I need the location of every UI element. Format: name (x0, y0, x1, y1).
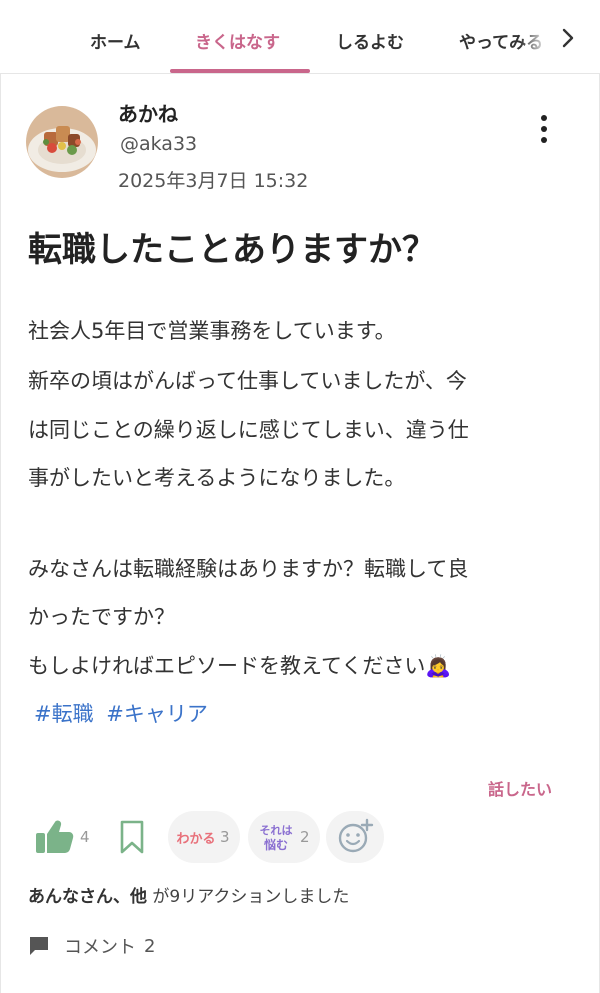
hashtag-link[interactable]: #転職 (34, 702, 94, 726)
post-body-line: かったですか？ (28, 605, 175, 629)
bookmark-icon (120, 820, 144, 854)
wakaru-reaction-button[interactable]: わかる 3 (168, 811, 240, 863)
wakaru-count: 3 (220, 828, 230, 846)
post-body-line-last: もしよければエピソードを教えてください🙇‍♀️ (28, 650, 451, 680)
nayamu-label-line2: 悩む (263, 837, 288, 852)
post-body-line: 新卒の頃はがんばって仕事していましたが、今 (28, 369, 467, 393)
nayamu-badge-icon: それは 悩む (260, 824, 293, 852)
post-timestamp: 2025年3月7日 15:32 (118, 170, 309, 192)
tab-home[interactable]: ホーム (90, 28, 141, 53)
more-options-icon[interactable] (532, 112, 556, 146)
top-tab-bar: ホーム きくはなす しるよむ やってみる (0, 0, 600, 74)
nayamu-count: 2 (300, 828, 310, 846)
reaction-summary[interactable]: あんなさん、他 が9リアクションしました (28, 882, 349, 907)
comment-count: 2 (144, 935, 156, 957)
card-border-left (0, 74, 1, 993)
comment-icon (30, 937, 48, 955)
like-reaction-button[interactable]: 4 (32, 811, 94, 863)
nayamu-reaction-button[interactable]: それは 悩む 2 (248, 811, 320, 863)
post-body-line: 社会人5年目で営業事務をしています。 (28, 319, 396, 343)
hashtag-list: #転職 #キャリア (34, 698, 214, 728)
nayamu-label-line1: それは (260, 824, 293, 837)
post-body-text: もしよければエピソードを教えてください (28, 654, 426, 678)
comment-button[interactable]: コメント 2 (28, 933, 155, 959)
comment-label: コメント (64, 937, 136, 958)
author-name[interactable]: あかね (118, 98, 178, 127)
reaction-summary-text: が9リアクションしました (147, 887, 350, 907)
bowing-person-emoji: 🙇‍♀️ (425, 654, 452, 678)
hashtag-link[interactable]: #キャリア (106, 702, 208, 726)
want-to-talk-link[interactable]: 話したい (488, 776, 552, 800)
post-title: 転職したことありますか？ (28, 230, 436, 270)
tab-kiku-hanasu[interactable]: きくはなす (195, 28, 280, 53)
tab-fade-overlay (520, 20, 560, 60)
active-tab-indicator (170, 69, 310, 73)
reaction-summary-names: あんなさん、他 (28, 887, 147, 907)
like-count: 4 (80, 828, 90, 846)
wakaru-label: わかる (176, 832, 215, 847)
tab-shiru-yomu[interactable]: しるよむ (336, 28, 404, 53)
avatar[interactable] (26, 106, 98, 178)
wakaru-badge-icon: わかる (176, 832, 215, 847)
add-reaction-button[interactable] (326, 811, 384, 863)
add-emoji-icon (338, 818, 374, 853)
thumbs-up-icon (36, 820, 74, 853)
post-body-line: は同じことの繰り返しに感じてしまい、違う仕 (28, 418, 469, 442)
bookmark-button[interactable] (116, 811, 152, 863)
post-body-line: 事がしたいと考えるようになりました。 (28, 466, 406, 490)
chevron-right-icon[interactable] (556, 26, 580, 50)
post-body-line: みなさんは転職経験はありますか？転職して良 (28, 557, 469, 581)
author-handle: @aka33 (120, 133, 198, 155)
